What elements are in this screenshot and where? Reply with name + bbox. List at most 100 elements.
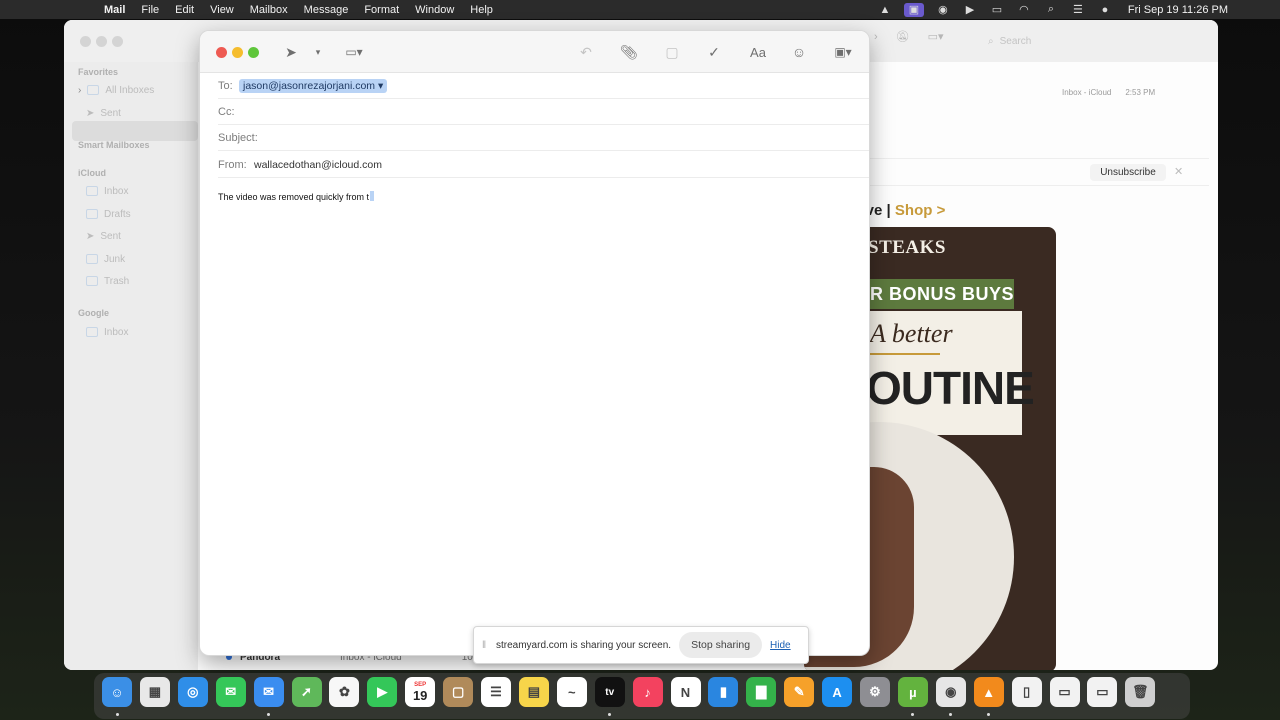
vlc-status-icon[interactable]: ▲ <box>877 3 893 17</box>
recipient-token[interactable]: jason@jasonrezajorjani.com ▾ <box>239 78 388 93</box>
markup-icon[interactable]: ▢ <box>662 43 682 61</box>
menu-app-name[interactable]: Mail <box>104 4 125 16</box>
emoji-icon[interactable]: ☺ <box>789 43 809 61</box>
from-field[interactable]: From: wallacedothan@icloud.com <box>218 152 869 178</box>
minimize-button-inactive[interactable] <box>96 36 107 47</box>
control-center-icon[interactable]: ☰ <box>1070 3 1086 17</box>
now-playing-icon[interactable]: ▶ <box>962 3 978 17</box>
system-settings-icon[interactable]: ⚙ <box>860 677 890 707</box>
launchpad-icon[interactable]: ▦ <box>139 677 170 707</box>
finder-icon[interactable]: ☺ <box>102 677 132 707</box>
close-button-inactive[interactable] <box>80 36 91 47</box>
sidebar-item-sent[interactable]: ➤ Sent <box>86 104 121 122</box>
maps-icon[interactable]: ➚ <box>291 677 322 707</box>
reply-icon[interactable]: ↶ <box>576 43 596 61</box>
search-field[interactable]: ⌕ Search <box>984 32 1184 50</box>
send-icon[interactable]: ➤ <box>282 43 300 61</box>
text-caret <box>370 191 375 201</box>
zoom-button[interactable] <box>248 47 259 58</box>
pages-icon[interactable]: ✎ <box>784 677 815 707</box>
chrome-icon[interactable]: ◉ <box>935 677 966 707</box>
sidebar-item-junk[interactable]: Junk <box>86 250 125 268</box>
sidebar-item-label: Trash <box>104 275 130 287</box>
screen-share-status-icon[interactable]: ▣ <box>903 2 924 17</box>
menu-mailbox[interactable]: Mailbox <box>250 4 288 16</box>
close-banner-icon[interactable]: ✕ <box>1174 165 1183 178</box>
reminders-icon[interactable]: ☰ <box>481 677 511 707</box>
stop-sharing-button[interactable]: Stop sharing <box>679 632 763 658</box>
promo-better-text: A better <box>870 319 953 348</box>
spotlight-search-icon[interactable]: ⌕ <box>1043 3 1059 17</box>
utorrent-icon[interactable]: µ <box>897 677 928 707</box>
message-time: 2:53 PM <box>1125 88 1156 97</box>
sidebar-item-icloud-inbox[interactable]: Inbox <box>86 182 128 200</box>
menu-clock[interactable]: Fri Sep 19 11:26 PM <box>1128 4 1228 16</box>
check-spelling-icon[interactable]: ✓ <box>704 43 724 61</box>
wifi-icon[interactable]: ◠ <box>1016 3 1032 17</box>
battery-icon[interactable]: ▭ <box>989 3 1005 17</box>
format-fonts-button[interactable]: Aa <box>746 43 770 61</box>
trash-icon[interactable]: 🗑︎ <box>1125 677 1156 707</box>
promo-rule <box>870 353 940 355</box>
photos-icon[interactable]: ✿ <box>329 677 360 707</box>
mute-bell-icon[interactable]: 🔕︎ <box>896 30 910 43</box>
icloud-header: iCloud <box>78 168 106 178</box>
menu-help[interactable]: Help <box>470 4 493 16</box>
siri-icon[interactable]: ● <box>1097 3 1113 17</box>
from-value[interactable]: wallacedothan@icloud.com <box>254 159 382 171</box>
close-button[interactable] <box>216 47 227 58</box>
keynote-icon[interactable]: ▮ <box>708 677 739 707</box>
message-mailbox: Inbox - iCloud <box>1062 88 1112 97</box>
photo-browser-icon[interactable]: ▣▾ <box>828 43 858 61</box>
sidebar-item-google-inbox[interactable]: Inbox <box>86 323 128 341</box>
cc-field[interactable]: Cc: <box>218 99 869 125</box>
sidebar-item-all-inboxes[interactable]: › All Inboxes <box>78 81 154 99</box>
mail-icon[interactable]: ✉ <box>253 677 284 707</box>
zoom-button-inactive[interactable] <box>112 36 123 47</box>
attachment-icon[interactable]: 📎︎ <box>619 43 639 61</box>
vpn-status-icon[interactable]: ◉ <box>935 3 951 17</box>
screenshot-icon[interactable]: ▭ <box>1087 677 1118 707</box>
menu-format[interactable]: Format <box>364 4 399 16</box>
appletv-icon[interactable]: tv <box>594 677 625 707</box>
sidebar-item-label: All Inboxes <box>105 84 155 96</box>
preview-icon[interactable]: ▭ <box>1049 677 1080 707</box>
expand-chevron-icon[interactable]: › <box>874 31 878 43</box>
hide-link[interactable]: Hide <box>770 640 791 651</box>
unsubscribe-button[interactable]: Unsubscribe <box>1090 164 1166 181</box>
promo-shop-link[interactable]: Shop > <box>895 202 945 219</box>
document-icon[interactable]: ▯ <box>1011 677 1042 707</box>
favorites-header: Favorites <box>78 67 119 77</box>
sidebar-item-icloud-sent[interactable]: ➤ Sent <box>86 227 121 245</box>
freeform-icon[interactable]: ~ <box>556 677 587 707</box>
calendar-icon[interactable]: SEP 19 <box>405 677 436 707</box>
move-to-mailbox-icon[interactable]: ▭▾ <box>928 30 944 43</box>
subject-field[interactable]: Subject: <box>218 125 869 151</box>
drag-handle-icon[interactable]: ‖ <box>482 640 492 651</box>
notes-icon[interactable]: ▤ <box>518 677 549 707</box>
music-icon[interactable]: ♪ <box>632 677 663 707</box>
sidebar-item-trash[interactable]: Trash <box>86 272 129 290</box>
messages-icon[interactable]: ✉ <box>215 677 246 707</box>
disclosure-chevron-icon[interactable]: › <box>78 85 81 96</box>
to-field[interactable]: To: jason@jasonrezajorjani.com ▾ <box>218 73 869 99</box>
numbers-icon[interactable]: ▇ <box>746 677 777 707</box>
sidebar-item-drafts[interactable]: Drafts <box>86 205 131 223</box>
message-body[interactable]: The video was removed quickly from t <box>218 191 375 202</box>
menu-message[interactable]: Message <box>304 4 349 16</box>
vlc-icon[interactable]: ▲ <box>973 677 1004 707</box>
menu-view[interactable]: View <box>210 4 234 16</box>
header-fields-icon[interactable]: ▭▾ <box>340 43 368 61</box>
google-header: Google <box>78 308 109 318</box>
contacts-icon[interactable]: ▢ <box>443 677 474 707</box>
message-meta: Inbox - iCloud 2:53 PM <box>1062 88 1155 97</box>
appstore-icon[interactable]: A <box>822 677 853 707</box>
facetime-icon[interactable]: ▶ <box>367 677 398 707</box>
safari-icon[interactable]: ◎ <box>177 677 208 707</box>
menu-window[interactable]: Window <box>415 4 454 16</box>
send-options-chevron-icon[interactable]: ▾ <box>312 43 324 61</box>
minimize-button[interactable] <box>232 47 243 58</box>
menu-edit[interactable]: Edit <box>175 4 194 16</box>
news-icon[interactable]: N <box>670 677 701 707</box>
menu-file[interactable]: File <box>141 4 159 16</box>
